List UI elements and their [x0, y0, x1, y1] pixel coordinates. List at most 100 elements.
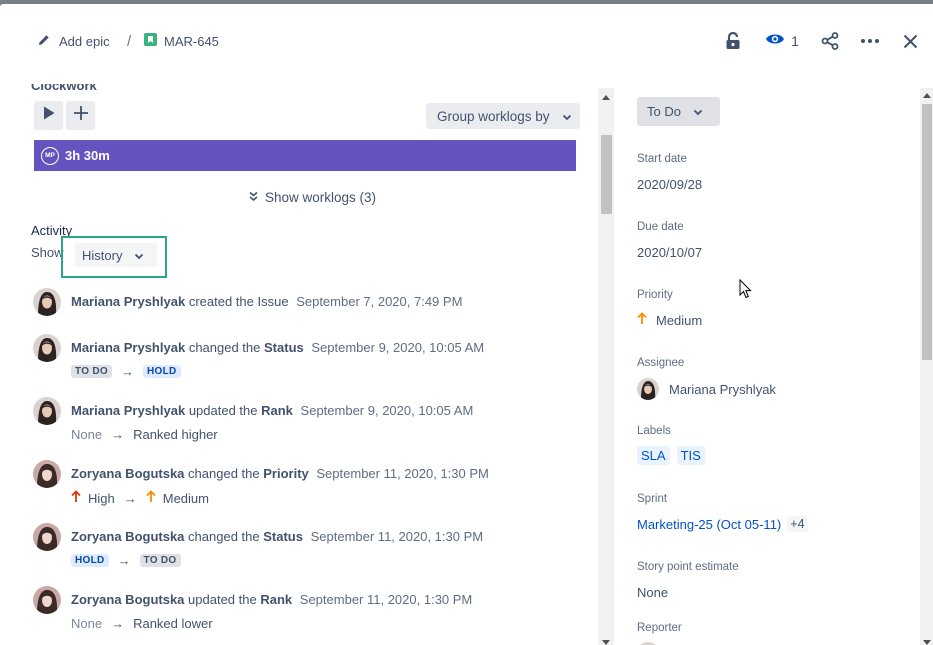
history-field: Status [264, 340, 304, 355]
history-entry: Zoryana Bogutska changed the Priority Se… [33, 460, 593, 510]
history-change: High → Medium [71, 490, 209, 506]
show-worklogs-label: Show worklogs (3) [265, 190, 377, 205]
due-date-label: Due date [637, 221, 684, 233]
avatar [33, 288, 61, 316]
history-user[interactable]: Zoryana Bogutska [71, 529, 184, 544]
plus-icon [73, 105, 89, 126]
issue-modal: Add epic / MAR-645 1 Clockwork Group wor… [0, 4, 933, 645]
history-entry: Zoryana Bogutska updated the Rank Septem… [33, 586, 593, 636]
status-lozenge-to: HOLD [142, 365, 181, 378]
group-worklogs-dropdown[interactable]: Group worklogs by [426, 103, 580, 129]
change-to: Ranked higher [133, 427, 218, 442]
status-value: To Do [647, 104, 681, 119]
highlight-box [61, 236, 167, 278]
history-date: September 11, 2020, 1:30 PM [316, 466, 489, 481]
labels-label: Labels [637, 425, 671, 437]
close-icon[interactable] [900, 30, 920, 52]
story-points-label: Story point estimate [637, 561, 739, 573]
avatar [33, 523, 61, 551]
history-user[interactable]: Mariana Pryshlyak [71, 340, 185, 355]
scrollbar-thumb[interactable] [601, 135, 612, 214]
show-label: Show [31, 245, 64, 260]
history-date: September 11, 2020, 1:30 PM [310, 529, 484, 544]
chevron-down-icon [693, 104, 703, 119]
priority-field[interactable]: Medium [637, 312, 702, 328]
group-worklogs-label: Group worklogs by [437, 108, 550, 124]
avatar [33, 334, 61, 362]
history-user[interactable]: Mariana Pryshlyak [71, 294, 185, 309]
issue-header: Add epic / MAR-645 1 [0, 4, 933, 78]
history-date: September 9, 2020, 10:05 AM [311, 340, 485, 355]
history-entry: Mariana Pryshlyak changed the Status Sep… [33, 334, 593, 384]
change-to: Ranked lower [133, 616, 213, 631]
labels-field[interactable]: SLA TIS [637, 446, 712, 465]
change-arrow: → [111, 427, 125, 442]
history-field: Priority [263, 466, 309, 481]
share-icon[interactable] [820, 30, 840, 52]
avatar [33, 460, 61, 488]
pencil-icon [38, 34, 50, 49]
assignee-name: Mariana Pryshlyak [669, 381, 776, 397]
status-lozenge-to: TO DO [139, 554, 181, 567]
sprint-more-badge[interactable]: +4 [787, 516, 808, 532]
mouse-cursor-icon [739, 278, 752, 304]
avatar [33, 586, 61, 614]
more-icon[interactable] [860, 30, 880, 52]
details-panel-scrollbar[interactable] [920, 88, 933, 645]
chevron-down-icon [562, 109, 572, 124]
main-panel-scrollbar[interactable] [598, 88, 614, 645]
clockwork-title: Clockwork [31, 84, 97, 93]
history-change: None → Ranked higher [71, 427, 218, 442]
scroll-down-arrow[interactable] [920, 637, 933, 645]
story-points-field[interactable]: None [637, 585, 668, 600]
double-chevron-icon [249, 190, 258, 205]
start-date-label: Start date [637, 153, 687, 165]
change-arrow: → [123, 490, 137, 506]
start-timer-button[interactable] [34, 101, 63, 130]
arrow-up-icon [637, 312, 647, 328]
priority-label: Priority [637, 289, 673, 301]
scroll-up-arrow[interactable] [920, 90, 933, 100]
assignee-field[interactable]: Mariana Pryshlyak [637, 378, 776, 400]
history-user[interactable]: Zoryana Bogutska [71, 466, 184, 481]
history-action: changed the [188, 529, 260, 544]
time-logged-bar[interactable]: MP 3h 30m [34, 140, 576, 171]
play-icon [43, 106, 55, 125]
history-action: updated the [188, 592, 257, 607]
sprint-field[interactable]: Marketing-25 (Oct 05-11) +4 [637, 516, 808, 532]
history-user[interactable]: Mariana Pryshlyak [71, 403, 185, 418]
label-tag[interactable]: SLA [637, 446, 670, 465]
sprint-link[interactable]: Marketing-25 (Oct 05-11) [637, 517, 781, 532]
watch-button[interactable]: 1 [764, 30, 800, 52]
add-epic-link[interactable]: Add epic [38, 31, 110, 51]
start-date-field[interactable]: 2020/09/28 [637, 177, 702, 192]
change-arrow: → [117, 553, 131, 568]
history-date: September 11, 2020, 1:30 PM [299, 592, 473, 607]
history-action: created the [188, 294, 254, 309]
add-epic-label: Add epic [59, 33, 110, 49]
issue-key-link[interactable]: MAR-645 [144, 31, 219, 51]
history-user[interactable]: Zoryana Bogutska [71, 592, 184, 607]
time-logged-value: 3h 30m [65, 148, 110, 163]
history-entry-text: Mariana Pryshlyak created the Issue Sept… [71, 294, 462, 309]
history-entry: Zoryana Bogutska changed the Status Sept… [33, 523, 593, 573]
due-date-field[interactable]: 2020/10/07 [637, 245, 702, 260]
issue-details-panel: To Do Start date 2020/09/28 Due date 202… [620, 88, 920, 645]
change-from: None [71, 616, 103, 631]
history-entry-text: Mariana Pryshlyak updated the Rank Septe… [71, 403, 473, 418]
history-field: Rank [260, 592, 293, 607]
scrollbar-thumb[interactable] [922, 104, 932, 360]
watch-count: 1 [791, 33, 799, 49]
scroll-down-arrow[interactable] [598, 637, 614, 645]
history-action: changed the [188, 466, 260, 481]
scroll-up-arrow[interactable] [598, 92, 614, 102]
history-change: None → Ranked lower [71, 616, 213, 631]
status-lozenge-from: TO DO [71, 365, 112, 378]
status-lozenge-from: HOLD [71, 554, 109, 567]
label-tag[interactable]: TIS [676, 446, 705, 465]
show-worklogs-button[interactable]: Show worklogs (3) [249, 190, 376, 205]
add-worklog-button[interactable] [66, 101, 95, 130]
unlock-icon[interactable] [723, 30, 743, 52]
status-dropdown[interactable]: To Do [637, 97, 720, 126]
history-entry-text: Zoryana Bogutska changed the Status Sept… [71, 529, 483, 544]
